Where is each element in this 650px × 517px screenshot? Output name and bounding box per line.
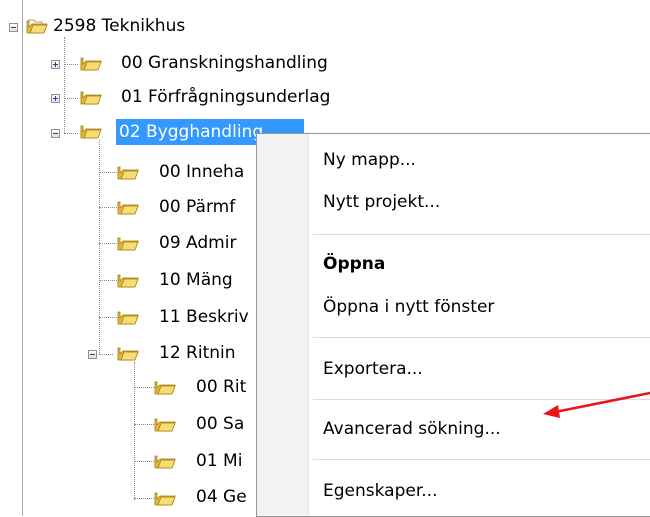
menu-item-open-new-window[interactable]: Öppna i nytt fönster: [323, 292, 494, 322]
tree-connector: [134, 424, 154, 425]
tree-connector: [64, 37, 65, 133]
folder-icon: [117, 347, 139, 361]
tree-connector: [134, 498, 154, 499]
plus-expander-icon[interactable]: [51, 60, 60, 69]
tree-item-root-label[interactable]: 2598 Teknikhus: [50, 13, 188, 39]
folder-icon: [154, 381, 176, 395]
tree-connector: [64, 133, 78, 134]
tree-item-label[interactable]: 09 Admir: [156, 230, 239, 256]
tree-connector: [64, 64, 78, 65]
menu-separator: [313, 234, 650, 235]
menu-separator: [313, 459, 650, 460]
menu-separator: [313, 399, 650, 400]
tree-connector: [99, 172, 119, 173]
tree-item-label[interactable]: 01 Mi: [193, 448, 245, 474]
menu-icon-gutter: [257, 134, 309, 516]
tree-connector: [64, 98, 78, 99]
tree-item-label[interactable]: 10 Mäng: [156, 267, 236, 293]
tree-item-label[interactable]: 00 Inneha: [156, 159, 247, 185]
tree-item-label[interactable]: 11 Beskriv: [156, 304, 252, 330]
tree-connector: [99, 354, 113, 355]
folder-icon: [117, 237, 139, 251]
tree-connector: [134, 461, 154, 462]
folder-icon: [117, 311, 139, 325]
menu-item-open[interactable]: Öppna: [323, 249, 385, 279]
folder-icon: [117, 166, 139, 180]
panel-edge-line: [22, 0, 23, 516]
tree-connector: [134, 362, 135, 500]
folder-icon: [117, 201, 139, 215]
folder-icon: [154, 418, 176, 432]
menu-separator: [313, 337, 650, 338]
plus-expander-icon[interactable]: [51, 94, 60, 103]
tree-item-label[interactable]: 00 Sa: [193, 411, 247, 437]
menu-item-new-project[interactable]: Nytt projekt...: [323, 187, 440, 217]
menu-item-advanced-search[interactable]: Avancerad sökning...: [323, 414, 501, 444]
tree-item-label[interactable]: 12 Ritnin: [156, 340, 239, 366]
tree-connector: [134, 387, 154, 388]
tree-connector: [99, 317, 119, 318]
menu-item-new-folder[interactable]: Ny mapp...: [323, 145, 416, 175]
folder-icon: [80, 125, 102, 139]
tree-connector: [99, 243, 119, 244]
folder-icon: [80, 57, 102, 71]
tree-item-label[interactable]: 04 Ge: [193, 484, 250, 510]
minus-expander-icon[interactable]: [88, 350, 97, 359]
context-menu: Ny mapp... Nytt projekt... Öppna Öppna i…: [256, 133, 650, 517]
folder-icon: [117, 274, 139, 288]
menu-item-properties[interactable]: Egenskaper...: [323, 476, 437, 506]
folder-icon: [154, 492, 176, 506]
tree-item-label[interactable]: 00 Pärmf: [156, 194, 238, 220]
folder-icon: [26, 19, 48, 34]
folder-icon: [154, 455, 176, 469]
minus-expander-icon[interactable]: [51, 129, 60, 138]
folder-icon: [80, 91, 102, 105]
tree-connector: [99, 207, 119, 208]
tree-connector: [99, 280, 119, 281]
minus-expander-icon[interactable]: [9, 23, 18, 32]
tree-item-label[interactable]: 00 Rit: [193, 374, 249, 400]
menu-item-export[interactable]: Exportera...: [323, 354, 423, 384]
tree-item-label[interactable]: 00 Granskningshandling: [118, 50, 331, 76]
tree-item-label[interactable]: 01 Förfrågningsunderlag: [118, 84, 333, 110]
